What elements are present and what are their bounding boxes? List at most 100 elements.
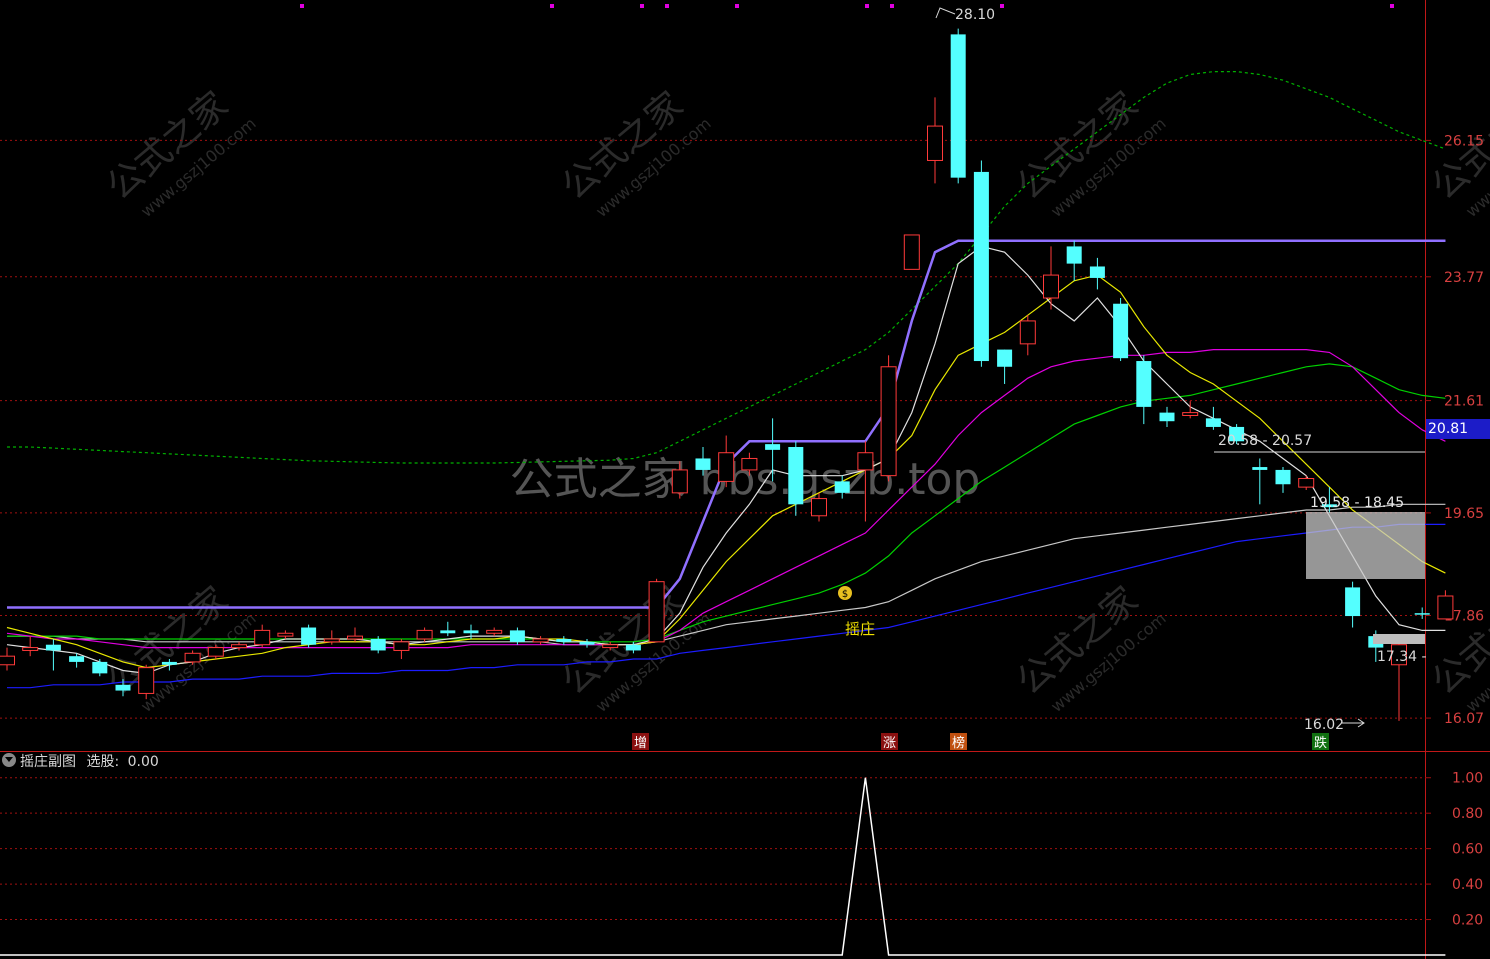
range-box-upper (1306, 512, 1425, 579)
candle-body-up (254, 629, 271, 646)
candle-body-down (556, 638, 572, 642)
candle-body-up (416, 629, 433, 640)
sub-y-tick-label: 0.20 (1452, 913, 1483, 929)
event-dot (890, 4, 894, 8)
sub-y-tick-label: 0.80 (1452, 806, 1483, 822)
candle-body-up (880, 366, 897, 477)
candle-body-down (509, 630, 525, 642)
marker-zeng[interactable]: 增 (632, 733, 649, 751)
candle-body-up (1437, 595, 1454, 620)
candle-body-up (323, 638, 340, 643)
candle-body-down (92, 661, 108, 674)
candle-body-down (1159, 412, 1175, 422)
range-box-lower (1373, 634, 1425, 644)
sub-y-tick-label: 1.00 (1452, 771, 1483, 787)
candle-body-down (115, 684, 131, 691)
candle-body-down (625, 644, 641, 651)
event-dot (865, 4, 869, 8)
sub-panel-title: 摇庄副图 (20, 754, 76, 770)
candle-body-down (834, 481, 850, 493)
band-line-green (7, 70, 1446, 464)
candle-body-up (532, 638, 549, 643)
y-tick-label: 16.07 (1444, 711, 1484, 727)
candle-body-down (950, 34, 966, 178)
marker-zhang[interactable]: 涨 (881, 733, 898, 751)
candle-body-up (1043, 274, 1059, 299)
y-tick-label: 21.61 (1444, 394, 1484, 410)
candle-body-down (765, 444, 781, 450)
candle-body-up (393, 641, 410, 651)
candle-body-down (463, 630, 479, 634)
low-arrow-icon (1342, 718, 1365, 728)
candle-body-up (138, 667, 155, 694)
candle-body-down (788, 447, 804, 505)
range-b-label: 19.58 - 18.45 (1310, 495, 1404, 511)
sub-y-tick-label: 0.60 (1452, 842, 1483, 858)
main-grid (0, 139, 1431, 719)
range-a-label: 20.58 - 20.57 (1218, 433, 1312, 449)
candle-body-down (1113, 303, 1129, 359)
candle-body-down (997, 349, 1013, 367)
candle-body-up (347, 635, 363, 640)
candle-body-up (927, 125, 943, 161)
candle-body-down (161, 661, 177, 665)
candle-body-up (277, 632, 294, 637)
candle-body-up (22, 647, 39, 651)
level-label: 17.34 - (1377, 649, 1427, 665)
money-bag-icon: $ (838, 586, 852, 600)
candle-body-up (486, 629, 503, 634)
candle-body-up (184, 652, 201, 663)
candle-body-down (973, 171, 989, 362)
candle-body-up (648, 581, 665, 643)
candle-body-down (45, 644, 61, 651)
candle-body-down (440, 630, 456, 634)
candle-body-up (0, 655, 15, 666)
candle-body-down (695, 458, 711, 470)
candle-body-up (1298, 478, 1315, 488)
candle-body-down (370, 638, 386, 651)
candle-body-up (671, 469, 688, 494)
current-price-tag: 20.81 (1426, 419, 1490, 439)
candle-body-up (602, 644, 619, 649)
candle-body-up (741, 457, 758, 471)
sub-value-label: 选股: (86, 754, 120, 770)
high-label: 28.10 (955, 7, 995, 23)
sub-panel-header: 摇庄副图 选股: 0.00 (2, 752, 159, 772)
sub-y-axis: 1.00 0.80 0.60 0.40 0.20 (1452, 771, 1483, 929)
sub-grid (0, 777, 1431, 921)
signal-label: 摇庄 (845, 620, 875, 638)
sub-signal-line (0, 777, 1446, 956)
sub-value: 0.00 (127, 754, 159, 770)
event-dot (735, 4, 739, 8)
candle-body-down (1252, 467, 1268, 470)
collapse-toggle-icon[interactable] (2, 753, 16, 767)
candle-body-down (1205, 418, 1221, 427)
y-tick-label: 23.77 (1444, 270, 1484, 286)
low-label: 16.02 (1304, 717, 1344, 733)
candle-body-down (1136, 361, 1152, 407)
candle-body-down (1345, 587, 1361, 617)
candle-body-down (1275, 469, 1291, 485)
top-event-dots (300, 4, 1394, 8)
svg-text:榜: 榜 (952, 735, 965, 751)
candle-body-up (231, 644, 247, 649)
candle-body-up (718, 452, 735, 482)
svg-text:$: $ (842, 589, 848, 600)
event-dot (1390, 4, 1394, 8)
candle-body-up (1019, 320, 1036, 345)
marker-die[interactable]: 跌 (1312, 733, 1329, 751)
marker-bang[interactable]: 榜 (950, 733, 967, 751)
candle-body-up (857, 452, 874, 471)
svg-text:涨: 涨 (883, 736, 896, 751)
event-dot (640, 4, 644, 8)
candle-body-down (1066, 246, 1082, 264)
watermark-tile-text: 公式之家 (1424, 579, 1490, 703)
step-line-purple (7, 239, 1446, 609)
event-dot (300, 4, 304, 8)
event-dot (1000, 4, 1004, 8)
candle-body-down (1414, 613, 1430, 615)
kline-chart[interactable]: 公式之家www.gszj100.com 公式之家www.gszj100.com 公式… (0, 0, 1490, 959)
candle-body-down (301, 627, 317, 645)
candle-body-down (579, 641, 595, 645)
event-dot (665, 4, 669, 8)
